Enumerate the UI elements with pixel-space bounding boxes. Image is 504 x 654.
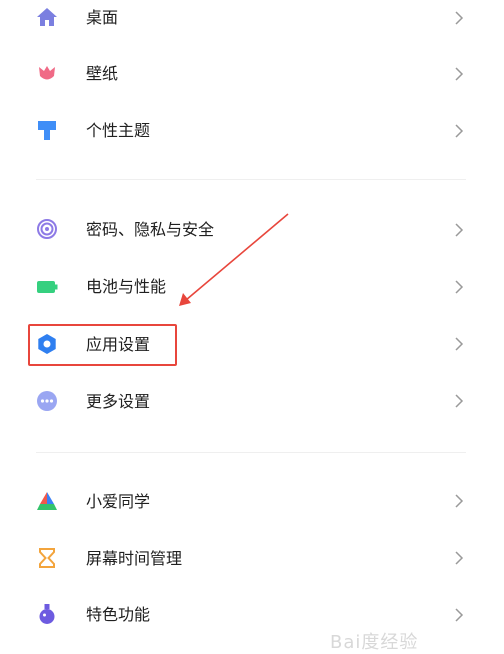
settings-item-theme[interactable]: 个性主题 <box>0 103 504 159</box>
fingerprint-icon <box>37 219 57 239</box>
settings-item-more-settings[interactable]: 更多设置 <box>0 373 504 429</box>
settings-item-battery[interactable]: 电池与性能 <box>0 259 504 315</box>
watermark-text: Bai度经验 <box>330 632 419 653</box>
settings-item-label: 小爱同学 <box>86 492 151 511</box>
home-icon <box>37 8 57 26</box>
settings-item-screen-time[interactable]: 屏幕时间管理 <box>0 530 504 586</box>
settings-item-label: 个性主题 <box>86 121 151 140</box>
chevron-right-icon <box>455 67 464 81</box>
settings-item-privacy[interactable]: 密码、隐私与安全 <box>0 202 504 258</box>
settings-item-label: 电池与性能 <box>86 277 167 296</box>
watermark: Bai度经验 <box>330 626 504 653</box>
xiaoai-icon <box>37 492 57 510</box>
settings-item-label: 密码、隐私与安全 <box>86 220 215 239</box>
chevron-right-icon <box>455 223 464 237</box>
settings-item-label: 壁纸 <box>86 64 119 83</box>
chevron-right-icon <box>455 337 464 351</box>
section-divider <box>36 452 466 453</box>
tulip-icon <box>39 66 55 80</box>
more-dots-icon <box>37 391 57 411</box>
brush-icon <box>38 121 56 140</box>
chevron-right-icon <box>455 280 464 294</box>
hourglass-icon <box>39 548 55 568</box>
flask-icon <box>39 604 55 624</box>
settings-item-label: 特色功能 <box>86 605 151 624</box>
settings-item-label: 屏幕时间管理 <box>86 549 183 568</box>
settings-item-label: 桌面 <box>86 8 119 27</box>
chevron-right-icon <box>455 11 464 25</box>
settings-item-wallpaper[interactable]: 壁纸 <box>0 46 504 102</box>
settings-item-xiaoai[interactable]: 小爱同学 <box>0 473 504 529</box>
section-divider <box>36 179 466 180</box>
chevron-right-icon <box>455 394 464 408</box>
chevron-right-icon <box>455 608 464 622</box>
chevron-right-icon <box>455 494 464 508</box>
chevron-right-icon <box>455 124 464 138</box>
settings-item-label: 更多设置 <box>86 392 151 411</box>
chevron-right-icon <box>455 551 464 565</box>
highlight-box <box>28 324 177 366</box>
battery-icon <box>37 281 58 293</box>
